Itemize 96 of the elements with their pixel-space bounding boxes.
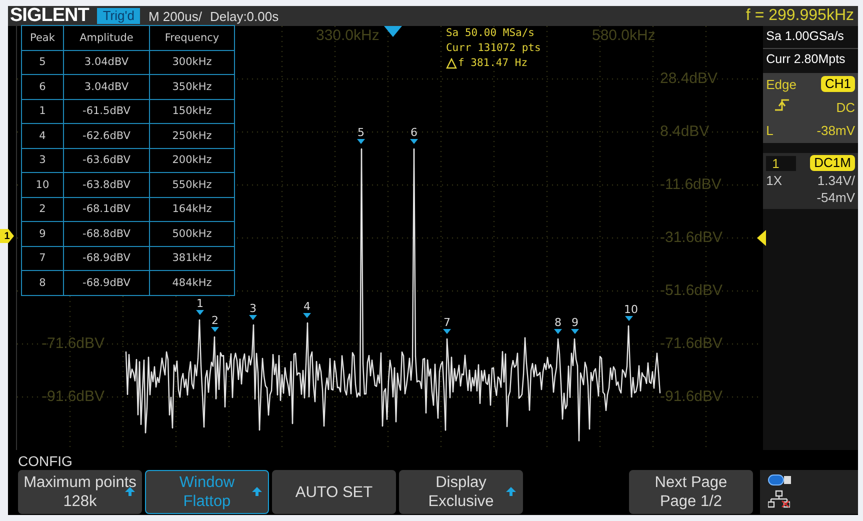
peak-label: 2 [211,314,218,327]
points-readout: Curr 131072 pts [446,42,541,54]
table-cell: 3.04dBV [63,50,150,74]
peak-marker-icon [356,139,365,144]
table-cell: -68.9dBV [63,270,150,295]
peak-marker-icon [570,329,579,334]
table-cell: 7 [21,246,64,270]
sample-rate-readout: Sa 50.00 MSa/s [446,27,536,39]
table-cell: -61.5dBV [63,99,150,124]
peak-label: 3 [249,302,256,315]
channel-coupling: DC1M [810,155,855,171]
amplitude-axis-label: 8.4dBV [660,124,710,140]
peak-marker-icon [554,329,562,334]
brand-logo: SIGLENT [9,6,89,26]
table-cell: 2 [21,197,64,222]
amplitude-axis-label: 28.4dBV [660,71,718,87]
frequency-axis-label: 330.0kHz [316,28,380,44]
table-cell: 9 [21,222,64,246]
peak-label: 7 [443,316,450,329]
usb-icon [768,474,792,486]
table-cell: 250kHz [149,124,234,148]
peak-label: 10 [624,303,638,316]
table-cell: -63.6dBV [63,148,150,172]
resolution-readout: f 381.47 Hz [458,57,528,69]
table-cell: 5 [21,50,64,74]
peak-marker-icon [410,139,418,144]
network-icon [768,490,790,508]
rising-edge-icon [774,98,790,112]
peak-label: 4 [303,300,310,313]
table-cell: 200kHz [149,148,234,172]
trigger-type: Edge [766,76,798,92]
menu-button[interactable]: Window Flattop [145,470,269,514]
table-cell: 381kHz [149,246,234,270]
menu-title: CONFIG [17,452,74,470]
table-cell: 8 [21,270,64,295]
amplitude-axis-label: -11.6dBV [660,177,722,193]
amplitude-axis-label: -71.6dBV [42,336,105,352]
menu-button[interactable]: AUTO SET [272,470,396,514]
trigger-coupling: DC [836,100,855,115]
table-cell: 484kHz [149,270,234,295]
peak-label: 8 [554,316,562,329]
amplitude-axis-label: -31.6dBV [660,230,723,246]
trigger-level-icon [756,230,766,246]
frequency-axis-label: 580.0kHz [592,28,656,44]
trigger-level-value: -38mV [816,123,855,138]
probe-ratio: 1X [766,173,784,188]
channel-number: 1 [766,156,796,170]
table-cell: 550kHz [149,172,234,197]
table-cell: -68.1dBV [63,197,150,222]
amplitude-axis-label: -91.6dBV [42,389,105,405]
amplitude-axis-label: -71.6dBV [660,336,723,352]
frequency-readout: f = 299.995kHz [746,7,854,25]
column-header: Frequency [149,26,234,50]
peak-label: 1 [196,297,204,310]
table-cell: 1 [21,99,64,124]
peak-marker-icon [624,316,633,321]
peak-marker-icon [210,327,219,332]
peak-marker-icon [302,313,311,318]
trigger-source: CH1 [820,76,855,92]
table-cell: 150kHz [149,99,234,124]
trigger-status: Trig'd [96,8,140,24]
peak-label: 5 [357,126,364,139]
table-cell: -62.6dBV [63,124,150,148]
table-cell: 300kHz [149,50,234,74]
menu-button[interactable]: Maximum points 128k [18,470,142,514]
vertical-scale: 1.34V/ [817,173,855,188]
memory-depth-readout: Curr 2.80Mpts [763,48,858,69]
channel-marker: 1 [0,229,14,243]
table-cell: -63.8dBV [63,172,150,197]
table-cell: -68.8dBV [63,222,150,246]
table-cell: 10 [21,172,64,197]
table-cell: 164kHz [149,197,234,222]
table-cell: 4 [21,124,64,148]
delta-icon [446,58,457,68]
delay-label: Delay:0.00s [210,8,279,24]
menu-button[interactable]: Display Exclusive [399,470,523,514]
amplitude-axis-label: -51.6dBV [660,283,723,299]
peak-label: 9 [571,316,578,329]
table-cell: -68.9dBV [63,246,150,270]
table-cell: 500kHz [149,222,234,246]
amplitude-axis-label: -91.6dBV [660,389,723,405]
column-header: Peak [21,26,64,50]
peak-label: 6 [410,126,418,139]
table-cell: 6 [21,74,64,99]
sample-rate-readout: Sa 1.00GSa/s [765,28,845,45]
table-cell: 350kHz [149,74,234,99]
peak-marker-icon [196,310,204,315]
trigger-level-label: L [766,123,774,138]
peak-marker-icon [442,329,451,334]
table-cell: 3 [21,148,64,172]
table-cell: 3.04dBV [63,74,150,99]
peak-marker-icon [248,315,257,320]
column-header: Amplitude [63,26,150,50]
timebase-label: M 200us/ [148,8,202,24]
menu-button[interactable]: Next Page Page 1/2 [629,470,753,514]
vertical-offset: -54mV [816,190,855,205]
